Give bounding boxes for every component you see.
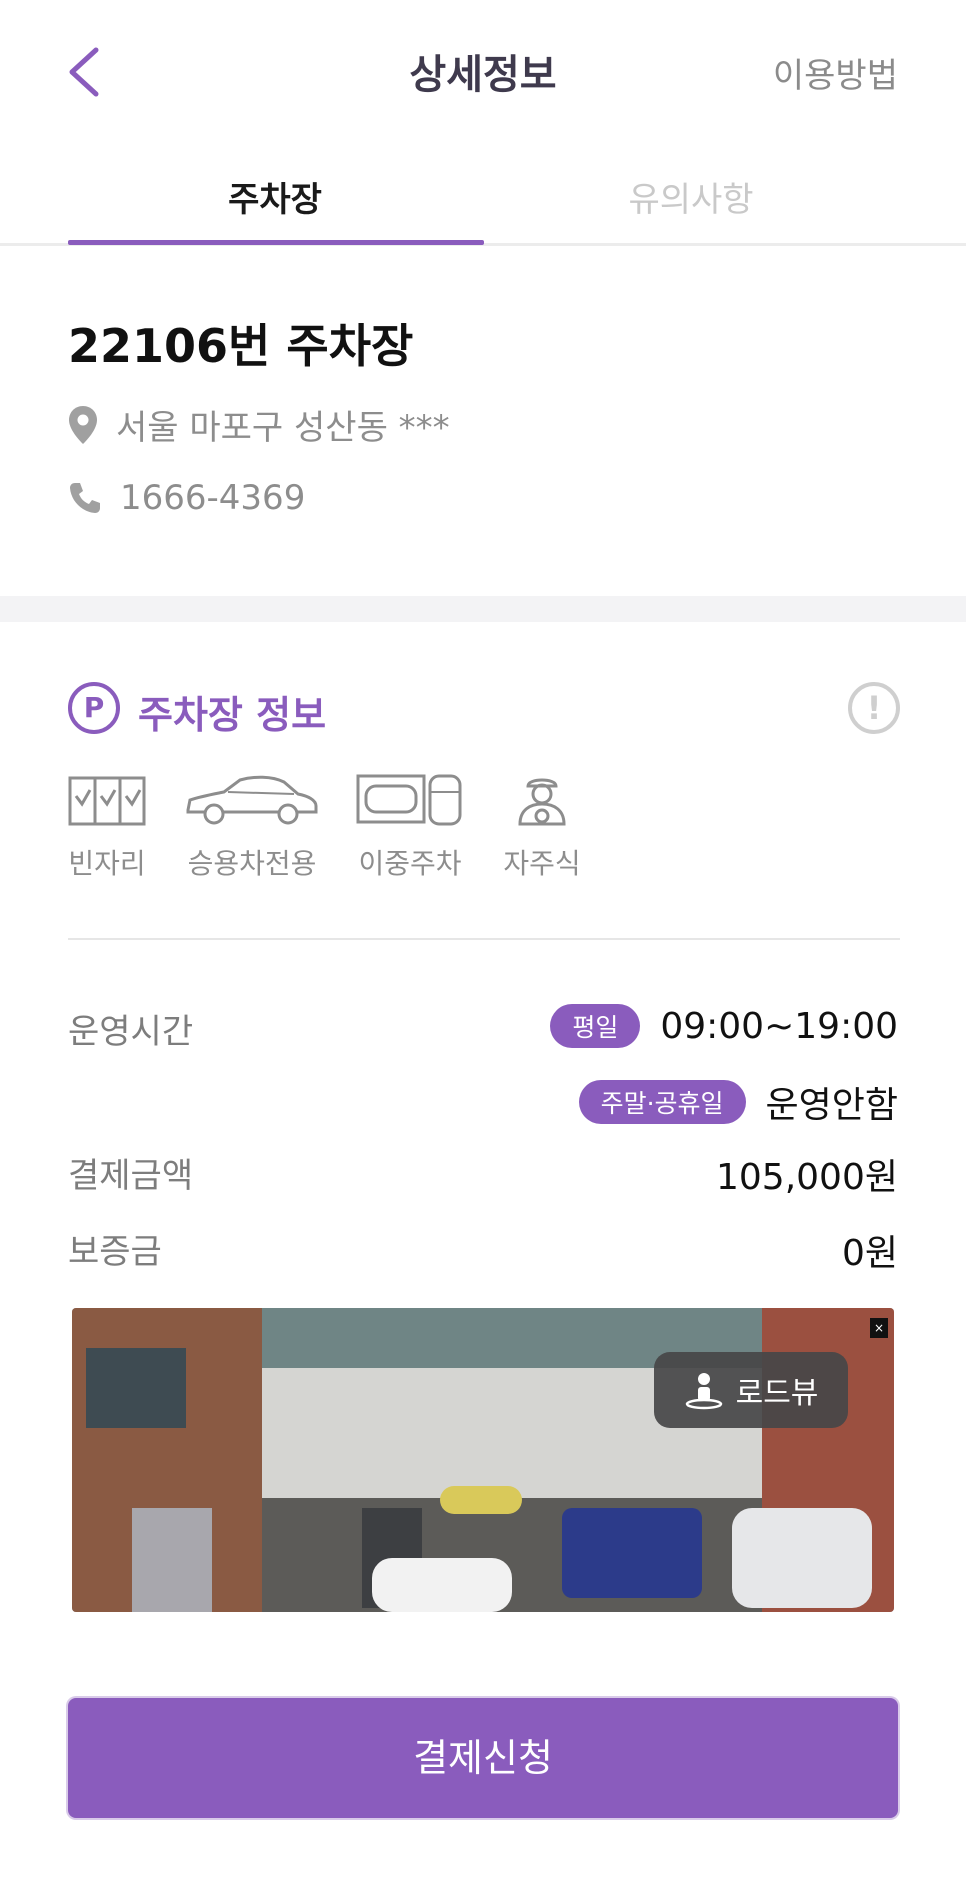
- phone-row[interactable]: 1666-4369: [68, 478, 305, 518]
- operating-hours-label: 운영시간: [68, 1012, 194, 1052]
- payment-request-button[interactable]: 결제신청: [68, 1698, 898, 1818]
- divider: [68, 938, 900, 940]
- weekday-badge: 평일: [550, 1004, 641, 1048]
- weekday-hours: 09:00~19:00: [660, 1005, 898, 1047]
- double-parking-icon: [356, 774, 462, 826]
- parking-info-header: P 주차장 정보 !: [68, 680, 900, 737]
- tab-parking-lot[interactable]: 주차장: [68, 172, 482, 221]
- header: 상세정보 이용방법: [0, 0, 966, 145]
- phone-icon: [70, 483, 100, 513]
- feature-label: 빈자리: [68, 847, 146, 880]
- feature-vacancy: 빈자리: [68, 772, 146, 882]
- section-divider: [0, 596, 966, 622]
- active-tab-indicator: [68, 240, 484, 245]
- feature-label: 이중주차: [358, 847, 462, 880]
- feature-self-parking: 자주식: [500, 772, 584, 882]
- feature-sedan-only: 승용차전용: [184, 772, 320, 882]
- section-title: 주차장 정보: [138, 693, 327, 737]
- deposit-row: 0원: [842, 1224, 898, 1276]
- feature-label: 자주식: [503, 847, 581, 880]
- tab-bar: 주차장 유의사항: [0, 160, 966, 246]
- sedan-car-icon: [186, 775, 318, 825]
- holiday-badge: 주말·공휴일: [578, 1080, 746, 1124]
- tab-precautions[interactable]: 유의사항: [484, 172, 898, 221]
- payment-amount: 105,000원: [716, 1157, 898, 1198]
- roadview-button[interactable]: 로드뷰: [654, 1352, 848, 1428]
- close-icon[interactable]: ×: [870, 1318, 888, 1338]
- roadview-photo[interactable]: 로드뷰 ×: [72, 1308, 894, 1612]
- feature-double-parking: 이중주차: [356, 772, 464, 882]
- payment-row: 105,000원: [716, 1148, 898, 1200]
- weekday-hours-row: 평일 09:00~19:00: [550, 1004, 898, 1048]
- payment-label: 결제금액: [68, 1156, 194, 1196]
- deposit-amount: 0원: [841, 1233, 898, 1274]
- lot-name: 22106번 주차장: [68, 319, 414, 373]
- how-to-use-link[interactable]: 이용방법: [773, 48, 898, 97]
- driver-icon: [518, 778, 566, 826]
- holiday-hours: 운영안함: [765, 1085, 898, 1126]
- deposit-label: 보증금: [68, 1232, 162, 1272]
- roadview-label: 로드뷰: [735, 1376, 819, 1411]
- address-text: 서울 마포구 성산동 ***: [116, 408, 450, 448]
- feature-label: 승용차전용: [187, 847, 317, 880]
- person-icon: [685, 1373, 722, 1410]
- info-alert-icon[interactable]: !: [848, 682, 900, 734]
- location-pin-icon: [69, 405, 97, 444]
- holiday-hours-row: 주말·공휴일 운영안함: [578, 1076, 898, 1128]
- phone-text: 1666-4369: [120, 478, 306, 518]
- address-row: 서울 마포구 성산동 ***: [68, 400, 450, 449]
- parking-p-icon: P: [68, 682, 120, 734]
- checkbox-grid-icon: [68, 776, 146, 826]
